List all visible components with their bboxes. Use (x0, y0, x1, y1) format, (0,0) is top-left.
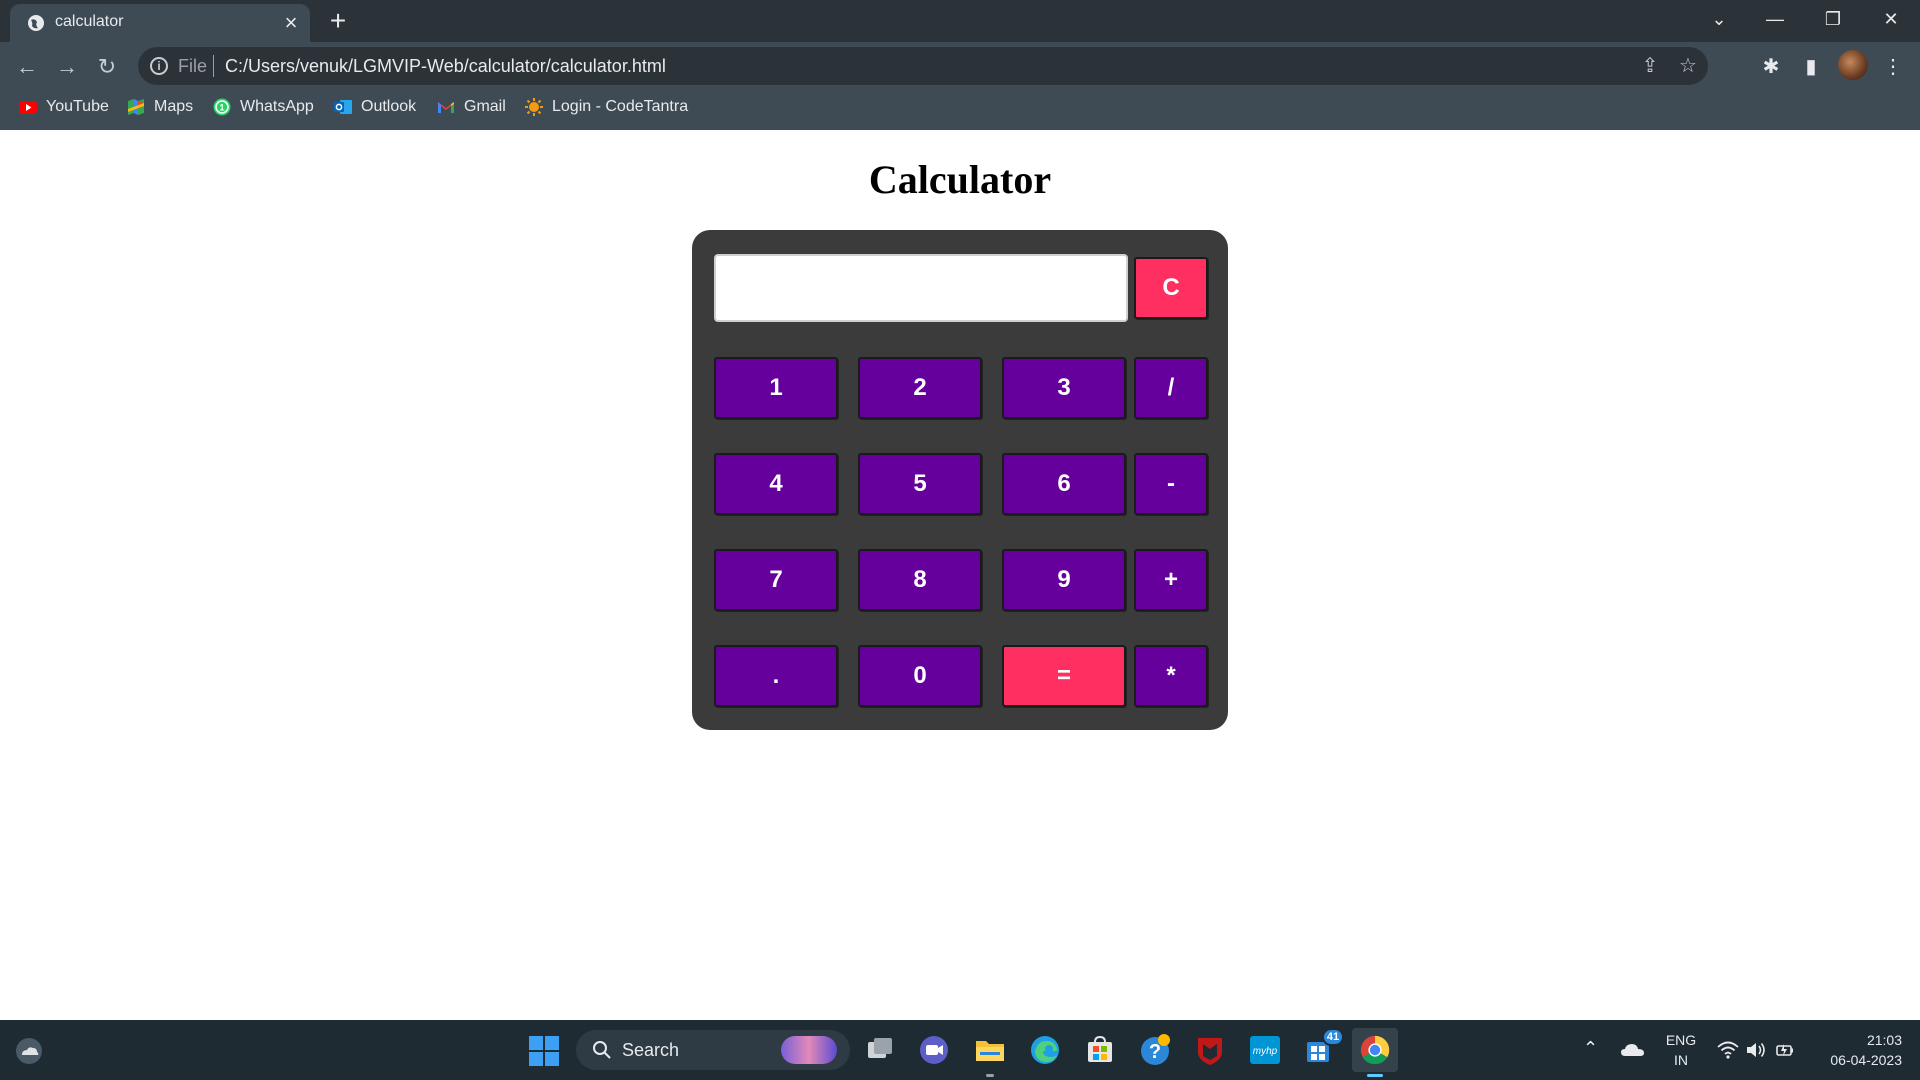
reload-icon[interactable]: ↻ (90, 50, 124, 84)
search-icon (593, 1041, 611, 1059)
chrome-taskbar-button[interactable] (1352, 1028, 1398, 1072)
bookmark-codetantra[interactable]: Login - CodeTantra (524, 92, 688, 122)
key-multiply[interactable]: * (1134, 645, 1208, 707)
bookmark-gmail[interactable]: Gmail (436, 92, 506, 122)
share-icon[interactable]: ⇪ (1637, 53, 1663, 79)
active-app-indicator (1367, 1074, 1383, 1077)
key-7[interactable]: 7 (714, 549, 838, 611)
bookmark-outlook[interactable]: Outlook (333, 92, 416, 122)
bookmark-label: YouTube (46, 98, 109, 115)
weather-icon[interactable] (14, 1036, 44, 1066)
browser-toolbar: ← → ↻ i File C:/Users/venuk/LGMVIP-Web/c… (0, 42, 1920, 130)
restore-icon[interactable]: ❐ (1818, 6, 1848, 32)
task-view-icon[interactable] (862, 1032, 898, 1068)
myhp-icon[interactable]: myhp (1247, 1032, 1283, 1068)
running-indicator (986, 1074, 994, 1077)
edge-icon[interactable] (1027, 1032, 1063, 1068)
battery-icon[interactable] (1775, 1040, 1795, 1060)
bookmark-youtube[interactable]: YouTube (18, 92, 109, 122)
bookmark-whatsapp[interactable]: 1 WhatsApp (212, 92, 314, 122)
language-indicator-top[interactable]: ENG (1664, 1032, 1698, 1048)
notification-badge: 41 (1322, 1028, 1344, 1046)
svg-text:?: ? (1149, 1041, 1161, 1063)
url-separator (213, 55, 214, 77)
gmail-icon (438, 102, 454, 113)
taskbar: Search ? myhp 41 ⌃ ENG IN 21:03 06-04-20… (0, 1020, 1920, 1080)
globe-icon (28, 15, 44, 31)
language-indicator-bottom[interactable]: IN (1664, 1052, 1698, 1068)
svg-text:1: 1 (219, 103, 224, 113)
calculator-display[interactable] (714, 254, 1128, 322)
menu-icon[interactable]: ⋮ (1878, 52, 1908, 82)
close-tab-icon[interactable]: × (280, 12, 302, 34)
extensions-icon[interactable]: ✱ (1756, 52, 1786, 82)
maps-icon (128, 99, 144, 115)
clock-time[interactable]: 21:03 (1818, 1032, 1902, 1048)
mcafee-icon[interactable] (1192, 1032, 1228, 1068)
url-text[interactable]: C:/Users/venuk/LGMVIP-Web/calculator/cal… (225, 56, 666, 77)
onedrive-icon[interactable] (1620, 1040, 1646, 1060)
key-5[interactable]: 5 (858, 453, 982, 515)
minimize-icon[interactable]: — (1760, 6, 1790, 32)
clear-button[interactable]: C (1134, 257, 1208, 319)
calculator-panel: C 1 2 3 / 4 5 6 - 7 8 9 + . 0 = * (692, 230, 1228, 730)
bookmark-label: Gmail (464, 98, 506, 115)
svg-text:myhp: myhp (1253, 1046, 1278, 1057)
close-window-icon[interactable]: ✕ (1876, 6, 1906, 32)
whatsapp-icon: 1 (213, 98, 231, 116)
chrome-icon (1360, 1035, 1390, 1065)
profile-avatar[interactable] (1838, 50, 1868, 80)
new-tab-icon[interactable]: + (325, 7, 351, 35)
key-9[interactable]: 9 (1002, 549, 1126, 611)
bookmark-maps[interactable]: Maps (126, 92, 193, 122)
microsoft-store-icon[interactable] (1082, 1032, 1118, 1068)
equals-button[interactable]: = (1002, 645, 1126, 707)
address-bar[interactable]: i File C:/Users/venuk/LGMVIP-Web/calcula… (138, 47, 1708, 85)
browser-titlebar: calculator × + ⌄ — ❐ ✕ (0, 0, 1920, 42)
key-4[interactable]: 4 (714, 453, 838, 515)
bookmarks-bar: YouTube Maps 1 WhatsApp Outlook Gmail Lo… (0, 92, 1920, 122)
info-icon[interactable]: i (150, 57, 168, 75)
bookmark-label: Login - CodeTantra (552, 98, 689, 115)
codetantra-icon (525, 98, 543, 116)
side-panel-icon[interactable]: ▮ (1796, 52, 1826, 82)
tab-search-icon[interactable]: ⌄ (1704, 6, 1734, 32)
bookmark-star-icon[interactable]: ☆ (1675, 53, 1701, 79)
search-highlight-icon (781, 1036, 837, 1064)
key-6[interactable]: 6 (1002, 453, 1126, 515)
back-icon[interactable]: ← (10, 50, 44, 84)
url-scheme: File (178, 56, 208, 76)
page-title: Calculator (868, 157, 1052, 202)
clock-date[interactable]: 06-04-2023 (1808, 1052, 1902, 1068)
file-explorer-icon[interactable] (972, 1032, 1008, 1068)
key-subtract[interactable]: - (1134, 453, 1208, 515)
store-updates-app[interactable]: 41 (1302, 1028, 1344, 1068)
key-divide[interactable]: / (1134, 357, 1208, 419)
bookmark-label: WhatsApp (240, 98, 314, 115)
taskbar-search[interactable]: Search (576, 1030, 850, 1070)
teams-chat-icon[interactable] (916, 1032, 952, 1068)
get-help-icon[interactable]: ? (1137, 1032, 1173, 1068)
tab-title: calculator (55, 13, 124, 30)
browser-tab[interactable]: calculator × (10, 4, 310, 42)
key-3[interactable]: 3 (1002, 357, 1126, 419)
volume-icon[interactable] (1745, 1040, 1767, 1060)
key-8[interactable]: 8 (858, 549, 982, 611)
show-hidden-icons-icon[interactable]: ⌃ (1583, 1038, 1598, 1059)
key-decimal[interactable]: . (714, 645, 838, 707)
outlook-icon (334, 100, 352, 114)
youtube-icon (19, 101, 37, 114)
key-1[interactable]: 1 (714, 357, 838, 419)
wifi-icon[interactable] (1717, 1040, 1739, 1060)
key-0[interactable]: 0 (858, 645, 982, 707)
bookmark-label: Maps (154, 98, 194, 115)
search-label: Search (622, 1040, 680, 1060)
key-add[interactable]: + (1134, 549, 1208, 611)
bookmark-label: Outlook (361, 98, 417, 115)
windows-start-icon[interactable] (529, 1036, 559, 1066)
key-2[interactable]: 2 (858, 357, 982, 419)
forward-icon[interactable]: → (50, 50, 84, 84)
